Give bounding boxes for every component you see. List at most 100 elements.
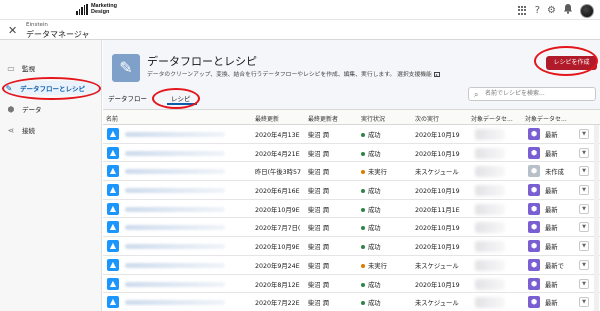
tab-dataflows[interactable]: データフロー: [108, 93, 147, 103]
table-scrollbar[interactable]: [594, 125, 599, 311]
last-modified-cell: 2020年8月12E: [255, 281, 300, 289]
target-dataset-redacted[interactable]: [475, 259, 505, 271]
column-header-next-run[interactable]: 次の実行: [415, 114, 439, 123]
target-dataset-redacted[interactable]: [475, 166, 505, 178]
table-row[interactable]: ▲ 2020年10月9E 柴沼 潤 成功 2020年11月1E ⬢ 最新 ▼: [103, 200, 600, 219]
modified-by-cell[interactable]: 柴沼 潤: [308, 298, 329, 307]
target-dataset-redacted[interactable]: [475, 241, 505, 253]
column-header-target-dataset-status[interactable]: 対象データセ...: [525, 114, 567, 123]
row-actions-chevron-icon[interactable]: ▼: [579, 166, 589, 177]
modified-by-cell[interactable]: 柴沼 潤: [308, 130, 329, 139]
modified-by-cell[interactable]: 柴沼 潤: [308, 280, 329, 289]
recipe-name-redacted[interactable]: [125, 169, 225, 175]
search-input[interactable]: ⌕ 名前でレシピを検索...: [468, 87, 596, 101]
table-row[interactable]: ▲ 2020年9月24E 柴沼 潤 未実行 未スケジュール ⬢ 最新で ▼: [103, 256, 600, 275]
external-link-icon[interactable]: ▸: [433, 72, 440, 77]
table-row[interactable]: ▲ 2020年7月7日( 柴沼 潤 成功 2020年10月19 ⬢ 最新 ▼: [103, 218, 600, 238]
row-actions-chevron-icon[interactable]: ▼: [579, 241, 589, 252]
target-dataset-redacted[interactable]: [475, 297, 505, 309]
target-dataset-redacted[interactable]: [475, 278, 505, 290]
dataset-status-cell: 最新: [545, 300, 558, 308]
row-actions-chevron-icon[interactable]: ▼: [579, 147, 589, 158]
gear-icon[interactable]: ⚙: [547, 5, 556, 17]
dataset-status-cell: 最新: [545, 206, 558, 214]
recipe-name-redacted[interactable]: [125, 188, 225, 194]
brand-logo[interactable]: Marketing Design: [76, 3, 117, 15]
recipe-name-redacted[interactable]: [125, 262, 225, 268]
row-actions-chevron-icon[interactable]: ▼: [579, 185, 589, 196]
pencil-icon: ✎: [112, 54, 140, 82]
row-actions-chevron-icon[interactable]: ▼: [579, 129, 589, 139]
target-dataset-redacted[interactable]: [475, 147, 505, 159]
create-recipe-button[interactable]: レシピを作成: [546, 56, 597, 70]
dataset-hexagon-icon: ⬢: [528, 165, 540, 178]
column-header-run-status[interactable]: 実行状況: [361, 114, 385, 123]
bell-icon[interactable]: [563, 3, 573, 18]
table-row[interactable]: ▲ 2020年4月13E 柴沼 潤 成功 2020年10月19 ⬢ 最新 ▼: [103, 125, 600, 144]
recipe-name-redacted[interactable]: [125, 244, 225, 250]
table-row[interactable]: ▲ 2020年8月12E 柴沼 潤 成功 2020年10月19 ⬢ 最新 ▼: [103, 275, 600, 294]
search-icon: ⌕: [474, 90, 479, 99]
modified-by-cell[interactable]: 柴沼 潤: [308, 242, 329, 251]
row-actions-chevron-icon[interactable]: ▼: [579, 203, 589, 214]
table-row[interactable]: ▲ 2020年6月16E 柴沼 潤 成功 2020年10月19 ⬢ 最新 ▼: [103, 181, 600, 200]
run-status-text: 成功: [368, 188, 381, 196]
recipe-name-redacted[interactable]: [125, 132, 225, 137]
recipe-flask-icon: ▲: [107, 128, 119, 140]
sidebar-item-connect[interactable]: ⋖ 接続: [6, 123, 35, 137]
row-actions-chevron-icon[interactable]: ▼: [579, 297, 589, 308]
sidebar-item-monitor[interactable]: ▭ 監視: [6, 61, 35, 75]
status-dot-icon: [361, 301, 365, 306]
target-dataset-redacted[interactable]: [475, 185, 505, 197]
modified-by-cell[interactable]: 柴沼 潤: [308, 205, 329, 214]
last-modified-cell: 昨日(午後3時57: [255, 169, 301, 177]
column-header-target-dataset[interactable]: 対象データセ...: [471, 114, 513, 123]
status-dot-icon: [361, 282, 365, 287]
recipe-name-redacted[interactable]: [125, 225, 225, 231]
recipe-name-redacted[interactable]: [125, 206, 225, 212]
table-row[interactable]: ▲ 2020年10月9E 柴沼 潤 成功 2020年10月19 ⬢ 最新 ▼: [103, 237, 600, 256]
dataset-status-cell: 未作成: [545, 169, 564, 177]
recipe-name-redacted[interactable]: [125, 300, 225, 306]
recipe-name-redacted[interactable]: [125, 150, 225, 156]
last-modified-cell: 2020年10月9E: [255, 206, 300, 214]
table-row[interactable]: ▲ 2020年7月22E 柴沼 潤 成功 未スケジュール ⬢ 最新 ▼: [103, 293, 600, 311]
table-row[interactable]: ▲ 昨日(午後3時57 柴沼 潤 未実行 未スケジュール ⬢ 未作成 ▼: [103, 162, 600, 182]
run-status-text: 成功: [368, 244, 381, 252]
target-dataset-redacted[interactable]: [475, 129, 505, 140]
dataset-hexagon-icon: ⬢: [528, 128, 540, 140]
target-dataset-redacted[interactable]: [475, 222, 505, 234]
status-dot-icon: [361, 151, 365, 156]
column-header-modified-by[interactable]: 最終更新者: [308, 114, 338, 123]
apps-grid-icon[interactable]: [517, 5, 528, 16]
run-status-text: 成功: [368, 206, 381, 214]
tab-recipes[interactable]: レシピ: [171, 93, 191, 103]
modified-by-cell[interactable]: 柴沼 潤: [308, 223, 329, 232]
row-actions-chevron-icon[interactable]: ▼: [579, 278, 589, 289]
dataset-hexagon-icon: ⬢: [528, 184, 540, 197]
sidebar-item-data[interactable]: ⬢ データ: [6, 102, 42, 116]
recipe-name-redacted[interactable]: [125, 281, 225, 287]
dataset-hexagon-icon: ⬢: [528, 221, 540, 234]
modified-by-cell[interactable]: 柴沼 潤: [308, 186, 329, 195]
dataset-hexagon-icon: ⬢: [528, 202, 540, 215]
row-actions-chevron-icon[interactable]: ▼: [579, 259, 589, 270]
column-header-last-modified[interactable]: 最終更新: [255, 114, 279, 123]
share-icon: ⋖: [7, 125, 15, 135]
modified-by-cell[interactable]: 柴沼 潤: [308, 149, 329, 158]
sidebar-item-dataflows-recipes[interactable]: ✎ データフローとレシピ: [4, 81, 100, 95]
table-row[interactable]: ▲ 2020年4月21E 柴沼 潤 成功 2020年10月19 ⬢ 最新 ▼: [103, 144, 600, 163]
run-status-cell: 成功: [361, 280, 381, 289]
row-actions-chevron-icon[interactable]: ▼: [579, 222, 589, 233]
status-dot-icon: [361, 189, 365, 194]
modified-by-cell[interactable]: 柴沼 潤: [308, 167, 329, 176]
target-dataset-redacted[interactable]: [475, 203, 505, 215]
recipe-flask-icon: ▲: [107, 277, 119, 290]
column-header-name[interactable]: 名前: [106, 114, 118, 123]
help-icon[interactable]: ?: [535, 5, 540, 17]
last-modified-cell: 2020年7月22E: [255, 300, 300, 308]
avatar[interactable]: [580, 3, 594, 18]
modified-by-cell[interactable]: 柴沼 潤: [308, 261, 329, 270]
tools-icon: ✕: [8, 24, 18, 37]
status-dot-icon: [361, 245, 365, 250]
